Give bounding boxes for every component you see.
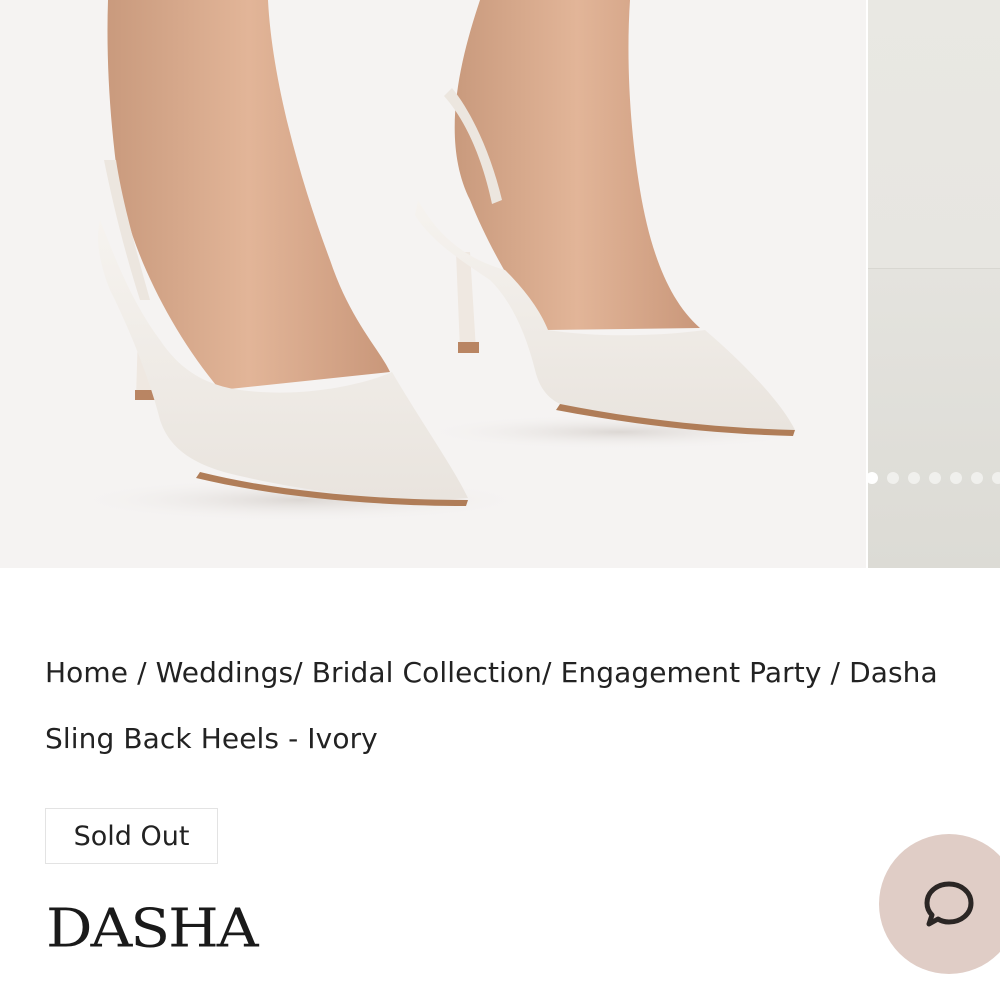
chat-button[interactable] (879, 834, 1000, 974)
product-image-gallery[interactable] (0, 0, 1000, 568)
breadcrumb-separator: / (128, 656, 156, 689)
breadcrumb-link[interactable]: Home (45, 656, 128, 689)
status-badge: Sold Out (45, 808, 218, 864)
breadcrumb-link[interactable]: Engagement Party (561, 656, 822, 689)
breadcrumb-separator: / (821, 656, 850, 689)
breadcrumb-separator: / (542, 656, 561, 689)
gallery-dot[interactable] (887, 472, 899, 484)
gallery-dot[interactable] (971, 472, 983, 484)
gallery-dot[interactable] (929, 472, 941, 484)
heels-photo (70, 0, 820, 522)
chat-bubble-icon (924, 881, 974, 927)
breadcrumb-link[interactable]: Bridal Collection (312, 656, 542, 689)
breadcrumb-link[interactable]: Weddings (156, 656, 294, 689)
gallery-dot[interactable] (950, 472, 962, 484)
breadcrumb: Home / Weddings/ Bridal Collection/ Enga… (45, 640, 995, 772)
next-image-floor (868, 268, 1000, 568)
breadcrumb-separator: / (293, 656, 312, 689)
product-image-main[interactable] (0, 0, 866, 568)
gallery-dot[interactable] (992, 472, 1000, 484)
brand-logo[interactable]: DASHA (46, 896, 259, 960)
gallery-pagination (866, 471, 1000, 485)
gallery-dot[interactable] (908, 472, 920, 484)
gallery-dot[interactable] (866, 472, 878, 484)
